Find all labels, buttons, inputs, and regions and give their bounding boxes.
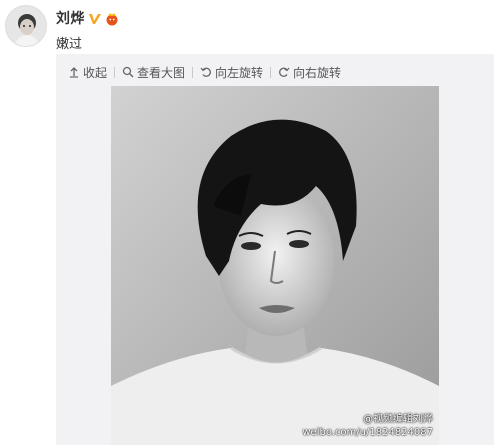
post-photo[interactable]: @视频编辑刘烨 weibo.com/u/1824824087	[111, 86, 439, 445]
view-large-label: 查看大图	[137, 65, 186, 80]
member-icon[interactable]	[105, 11, 119, 26]
rotate-left-button[interactable]: 向左旋转	[200, 64, 263, 81]
media-panel: 收起 查看大图 向左旋转 向右旋转 @视频编辑刘烨 weibo.com/u/18…	[56, 54, 494, 445]
toolbar-divider	[114, 66, 116, 78]
rotate-left-icon	[200, 66, 212, 78]
collapse-button[interactable]: 收起	[68, 64, 107, 81]
view-large-button[interactable]: 查看大图	[122, 64, 185, 81]
user-line: 刘烨	[56, 8, 119, 28]
image-toolbar: 收起 查看大图 向左旋转 向右旋转	[68, 62, 341, 82]
photo-watermark: @视频编辑刘烨 weibo.com/u/1824824087	[302, 413, 433, 439]
watermark-line-2: weibo.com/u/1824824087	[302, 427, 433, 438]
magnifier-icon	[122, 66, 134, 78]
author-name[interactable]: 刘烨	[56, 8, 85, 28]
rotate-right-button[interactable]: 向右旋转	[278, 64, 341, 81]
collapse-label: 收起	[83, 65, 108, 80]
post-text: 嫩过	[56, 37, 83, 52]
arrow-up-icon	[68, 66, 80, 78]
toolbar-divider	[192, 66, 194, 78]
vip-badge-icon[interactable]	[88, 11, 102, 25]
rotate-left-label: 向左旋转	[215, 65, 264, 80]
rotate-right-label: 向右旋转	[293, 65, 342, 80]
rotate-right-icon	[278, 66, 290, 78]
watermark-line-1: @视频编辑刘烨	[363, 414, 433, 425]
avatar[interactable]	[5, 5, 47, 47]
toolbar-divider	[270, 66, 272, 78]
